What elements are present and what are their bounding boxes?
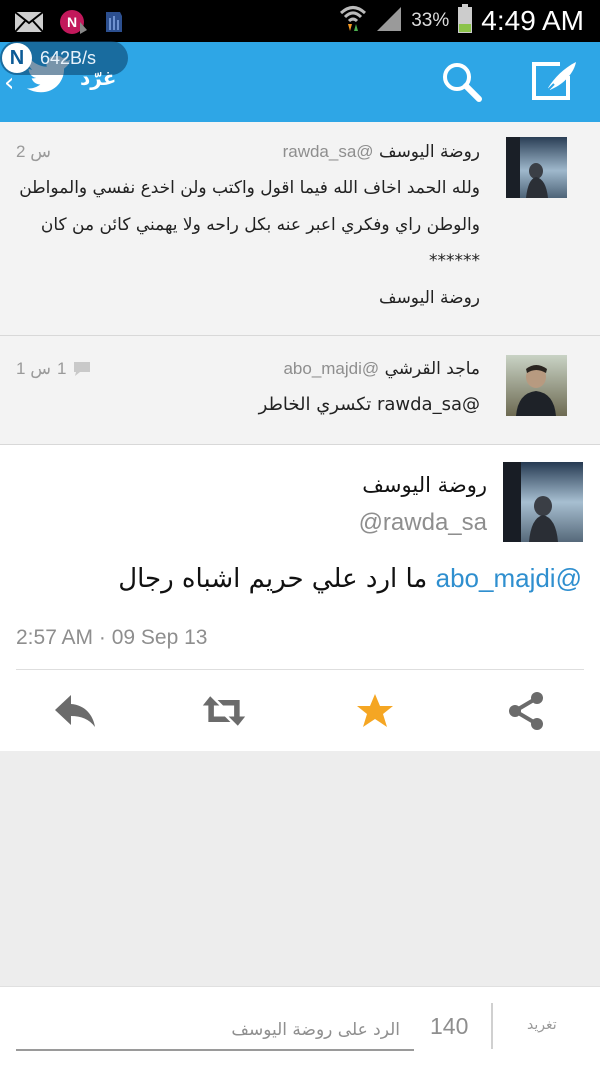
- tweet-time: 2 س: [16, 142, 51, 162]
- tweet-detail: روضة اليوسف @rawda_sa @abo_majdi ما ارد …: [0, 445, 600, 751]
- tweet-header: ماجد القرشي @abo_majdi: [283, 359, 480, 379]
- author-handle: @rawda_sa: [282, 142, 374, 161]
- tweet-text-line: ولله الحمد اخاف الله فيما اقول واكتب ولن…: [19, 178, 480, 198]
- author-name: ماجد القرشي: [384, 359, 480, 379]
- reply-count: 1: [56, 359, 67, 378]
- char-counter: 140: [430, 1013, 469, 1039]
- svg-text:N: N: [67, 14, 77, 30]
- tweet-text: @abo_majdi ما ارد علي حريم اشباه رجال: [118, 563, 582, 594]
- mail-icon: [14, 11, 44, 37]
- tweet-text-line: والوطن راي وفكري اعبر عنه بكل راحه ولا ي…: [40, 215, 480, 235]
- avatar: [506, 355, 567, 416]
- favorite-button[interactable]: [352, 688, 398, 734]
- star-icon: [357, 694, 393, 727]
- tweet-time-text: 2 س: [16, 142, 51, 161]
- reply-button[interactable]: [52, 688, 98, 734]
- battery-icon: [457, 4, 473, 38]
- reply-icon: [55, 695, 95, 727]
- network-monitor-icon: N: [2, 43, 32, 73]
- tweet-meta: 1 س 1: [16, 359, 92, 379]
- share-icon: [509, 692, 543, 730]
- timeline-tweet[interactable]: ماجد القرشي @abo_majdi 1 س 1 @rawda_sa ت…: [0, 336, 600, 445]
- share-button[interactable]: [503, 688, 549, 734]
- tweet-button[interactable]: تغريد: [527, 1017, 557, 1033]
- clock: 4:49 AM: [481, 5, 584, 36]
- search-button[interactable]: [440, 60, 484, 104]
- tweet-text-line: روضة اليوسف: [378, 288, 480, 308]
- author-handle: @abo_majdi: [283, 359, 380, 378]
- search-icon: [443, 63, 482, 102]
- app-bar-title: غرّد: [80, 66, 117, 90]
- divider: [491, 1003, 493, 1049]
- author-name: روضة اليوسف: [378, 142, 480, 162]
- compose-button[interactable]: [530, 58, 580, 104]
- reply-input[interactable]: [16, 1011, 414, 1051]
- tweet-text: @rawda_sa تكسري الخاطر: [258, 394, 480, 415]
- n-app-icon: N: [58, 8, 88, 40]
- retweet-icon: [202, 696, 246, 726]
- tweet-timestamp: 2:57 AM · 09 Sep 13: [16, 626, 208, 649]
- tweet-time-text: 1 س: [16, 359, 51, 378]
- wifi-icon: [339, 4, 367, 38]
- reply-bubble-icon: [74, 362, 91, 376]
- compose-icon: [532, 62, 576, 100]
- battery-percent: 33%: [411, 10, 450, 31]
- timeline-tweet[interactable]: روضة اليوسف @rawda_sa 2 س ولله الحمد اخا…: [0, 122, 600, 336]
- tweet-text-body: ما ارد علي حريم اشباه رجال: [118, 564, 428, 594]
- author-handle[interactable]: @rawda_sa: [359, 509, 487, 537]
- author-avatar[interactable]: [503, 462, 583, 542]
- sim-icon: [102, 10, 124, 38]
- signal-icon: [375, 5, 403, 37]
- tweet-header: روضة اليوسف @rawda_sa: [283, 142, 480, 162]
- mention-link[interactable]: @abo_majdi: [436, 563, 582, 593]
- divider: [16, 669, 584, 670]
- reply-composer: 140 تغريد: [0, 986, 600, 1067]
- tweet-text-line: ******: [429, 251, 480, 271]
- avatar: [506, 137, 567, 198]
- retweet-button[interactable]: [201, 688, 247, 734]
- author-name[interactable]: روضة اليوسف: [362, 473, 487, 497]
- status-bar: N 33% 4:49 AM: [0, 0, 600, 42]
